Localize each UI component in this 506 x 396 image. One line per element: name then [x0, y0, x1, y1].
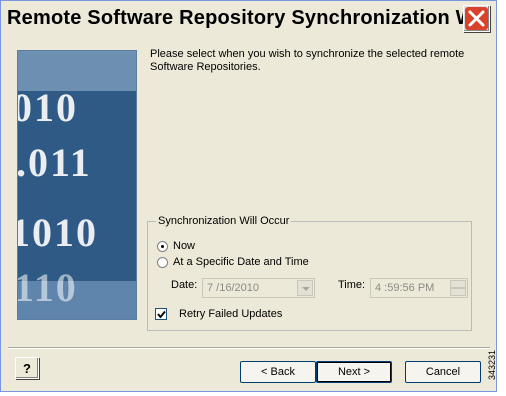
- date-picker[interactable]: 7 /16/2010: [202, 278, 315, 298]
- checkmark-icon: [157, 310, 166, 319]
- spin-down-icon[interactable]: [450, 288, 466, 296]
- date-value: 7 /16/2010: [207, 282, 259, 294]
- retry-label[interactable]: Retry Failed Updates: [179, 308, 282, 321]
- help-icon: ?: [23, 361, 31, 376]
- svg-text:110: 110: [18, 265, 78, 310]
- sync-group-legend: Synchronization Will Occur: [156, 215, 292, 228]
- cancel-button[interactable]: Cancel: [405, 361, 481, 383]
- next-button[interactable]: Next >: [316, 361, 392, 383]
- back-button[interactable]: < Back: [240, 361, 316, 383]
- figure-code-text: 343231: [487, 349, 498, 381]
- close-icon: [465, 7, 488, 30]
- title-bar[interactable]: Remote Software Repository Synchronizati…: [1, 1, 496, 35]
- binary-graphic: 010 .011 1010 110: [17, 50, 137, 320]
- intro-text: Please select when you wish to synchroni…: [150, 48, 465, 73]
- retry-checkbox[interactable]: [155, 308, 167, 320]
- time-label: Time:: [338, 279, 366, 291]
- time-value: 4 :59:56 PM: [375, 282, 435, 294]
- help-button[interactable]: ?: [15, 357, 39, 379]
- radio-now-label[interactable]: Now: [173, 240, 195, 253]
- svg-text:010: 010: [18, 85, 78, 130]
- footer-separator: [8, 347, 490, 349]
- radio-now[interactable]: [157, 241, 168, 252]
- figure-code: 343231: [487, 340, 506, 396]
- svg-text:.011: .011: [18, 140, 92, 185]
- window-title: Remote Software Repository Synchronizati…: [7, 7, 491, 29]
- close-button[interactable]: [463, 5, 490, 32]
- time-picker[interactable]: 4 :59:56 PM: [370, 278, 468, 298]
- chevron-down-icon[interactable]: [297, 280, 313, 296]
- radio-specific-date-time[interactable]: [157, 257, 168, 268]
- spin-up-icon[interactable]: [450, 280, 466, 288]
- svg-text:1010: 1010: [18, 210, 98, 255]
- date-label: Date:: [171, 279, 198, 291]
- radio-specific-date-time-label[interactable]: At a Specific Date and Time: [173, 256, 309, 269]
